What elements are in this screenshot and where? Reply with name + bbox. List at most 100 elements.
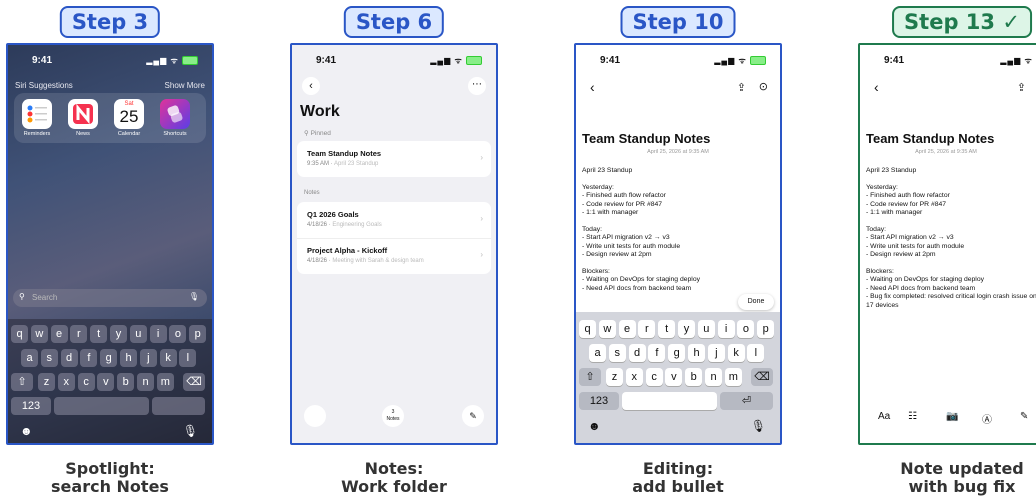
key-q[interactable]: q (11, 325, 28, 343)
share-icon[interactable]: ⇪ (1017, 81, 1026, 94)
caption-line: Spotlight: (65, 459, 155, 478)
note-body[interactable]: April 23 Standup Yesterday: - Finished a… (866, 167, 1036, 310)
key-x[interactable]: x (625, 368, 643, 386)
key-z[interactable]: z (606, 368, 623, 386)
return-key[interactable] (152, 397, 205, 415)
note-title: Project Alpha - Kickoff (307, 246, 388, 255)
key-o[interactable]: o (737, 320, 755, 338)
notes-count-number: 3 (391, 409, 395, 415)
note-title[interactable]: Team Standup Notes (582, 131, 710, 146)
delete-key[interactable]: ⌫ (751, 368, 773, 386)
shift-key[interactable]: ⇧ (11, 373, 33, 391)
note-row-q1-goals[interactable]: Q1 2026 Goals 4/18/26 · Engineering Goal… (297, 202, 491, 239)
emoji-icon[interactable]: ☻ (20, 424, 33, 438)
key-f[interactable]: f (648, 344, 666, 362)
key-n[interactable]: n (137, 373, 154, 391)
key-m[interactable]: m (724, 368, 742, 386)
format-text-button[interactable]: Aa (878, 411, 890, 422)
key-w[interactable]: w (30, 325, 48, 343)
key-t[interactable]: t (90, 325, 108, 343)
dictation-icon[interactable]: 🎙 (183, 424, 198, 438)
key-h[interactable]: h (688, 344, 705, 362)
key-g[interactable]: g (100, 349, 118, 367)
microphone-icon[interactable]: 🎙 (189, 292, 199, 301)
key-z[interactable]: z (38, 373, 55, 391)
key-e[interactable]: e (618, 320, 636, 338)
key-a[interactable]: a (21, 349, 38, 367)
key-f[interactable]: f (80, 349, 98, 367)
key-w[interactable]: w (598, 320, 616, 338)
key-n[interactable]: n (705, 368, 722, 386)
key-c[interactable]: c (645, 368, 663, 386)
shift-key[interactable]: ⇧ (579, 368, 601, 386)
key-u[interactable]: u (129, 325, 147, 343)
key-s[interactable]: s (40, 349, 58, 367)
key-c[interactable]: c (77, 373, 95, 391)
markup-icon[interactable]: Ⓐ (982, 411, 992, 426)
signal-wifi-battery-icon: ▂▄▆ ᯤ (714, 55, 766, 66)
key-u[interactable]: u (697, 320, 715, 338)
key-a[interactable]: a (589, 344, 606, 362)
camera-icon[interactable]: 📷 (946, 411, 958, 422)
key-d[interactable]: d (60, 349, 78, 367)
return-key[interactable]: ⏎ (720, 392, 773, 410)
app-news[interactable]: News (66, 99, 100, 137)
key-q[interactable]: q (579, 320, 596, 338)
back-chevron-icon[interactable]: ‹ (874, 79, 879, 95)
back-button[interactable]: ‹ (302, 77, 320, 95)
compose-icon[interactable]: ✎ (1020, 411, 1028, 422)
app-reminders[interactable]: Reminders (20, 99, 54, 137)
key-b[interactable]: b (117, 373, 135, 391)
note-body[interactable]: April 23 Standup Yesterday: - Finished a… (582, 167, 776, 293)
note-row-project-alpha[interactable]: Project Alpha - Kickoff 4/18/26 · Meetin… (297, 238, 491, 274)
folder-options-button[interactable] (304, 405, 326, 427)
note-time: 4/18/26 (307, 258, 328, 264)
app-shortcuts[interactable]: Shortcuts (158, 99, 192, 137)
emoji-icon[interactable]: ☻ (588, 419, 601, 433)
key-h[interactable]: h (120, 349, 137, 367)
key-r[interactable]: r (638, 320, 656, 338)
space-key[interactable] (54, 397, 149, 415)
key-b[interactable]: b (685, 368, 703, 386)
checklist-icon[interactable]: ☷ (908, 411, 917, 422)
key-r[interactable]: r (70, 325, 88, 343)
key-e[interactable]: e (50, 325, 68, 343)
key-i[interactable]: i (149, 325, 167, 343)
key-t[interactable]: t (658, 320, 676, 338)
more-options-icon[interactable]: ⊙ (759, 80, 768, 93)
key-g[interactable]: g (668, 344, 686, 362)
key-s[interactable]: s (608, 344, 626, 362)
key-y[interactable]: y (110, 325, 127, 343)
key-m[interactable]: m (156, 373, 174, 391)
key-o[interactable]: o (169, 325, 187, 343)
key-i[interactable]: i (717, 320, 735, 338)
show-more-link[interactable]: Show More (165, 81, 205, 90)
key-v[interactable]: v (97, 373, 115, 391)
key-v[interactable]: v (665, 368, 683, 386)
key-k[interactable]: k (159, 349, 177, 367)
more-options-icon[interactable]: ⋯ (468, 77, 486, 95)
key-l[interactable]: l (747, 344, 765, 362)
delete-key[interactable]: ⌫ (183, 373, 205, 391)
search-input[interactable]: ⚲ Search 🎙 (13, 289, 207, 307)
back-chevron-icon[interactable]: ‹ (590, 79, 595, 95)
compose-icon[interactable]: ✎ (462, 405, 484, 427)
dictation-icon[interactable]: 🎙 (751, 419, 766, 433)
key-d[interactable]: d (628, 344, 646, 362)
share-icon[interactable]: ⇪ (737, 81, 746, 94)
key-l[interactable]: l (179, 349, 197, 367)
done-button[interactable]: Done (738, 294, 774, 310)
key-x[interactable]: x (57, 373, 75, 391)
key-y[interactable]: y (678, 320, 695, 338)
note-title[interactable]: Team Standup Notes (866, 131, 994, 146)
note-row-team-standup[interactable]: Team Standup Notes 9:35 AM · April 23 St… (297, 141, 491, 177)
key-p[interactable]: p (757, 320, 775, 338)
key-j[interactable]: j (139, 349, 157, 367)
key-p[interactable]: p (189, 325, 207, 343)
numbers-key[interactable]: 123 (579, 392, 619, 410)
space-key[interactable] (622, 392, 717, 410)
app-calendar[interactable]: Sat 25 Calendar (112, 99, 146, 137)
numbers-key[interactable]: 123 (11, 397, 51, 415)
key-k[interactable]: k (727, 344, 745, 362)
key-j[interactable]: j (707, 344, 725, 362)
